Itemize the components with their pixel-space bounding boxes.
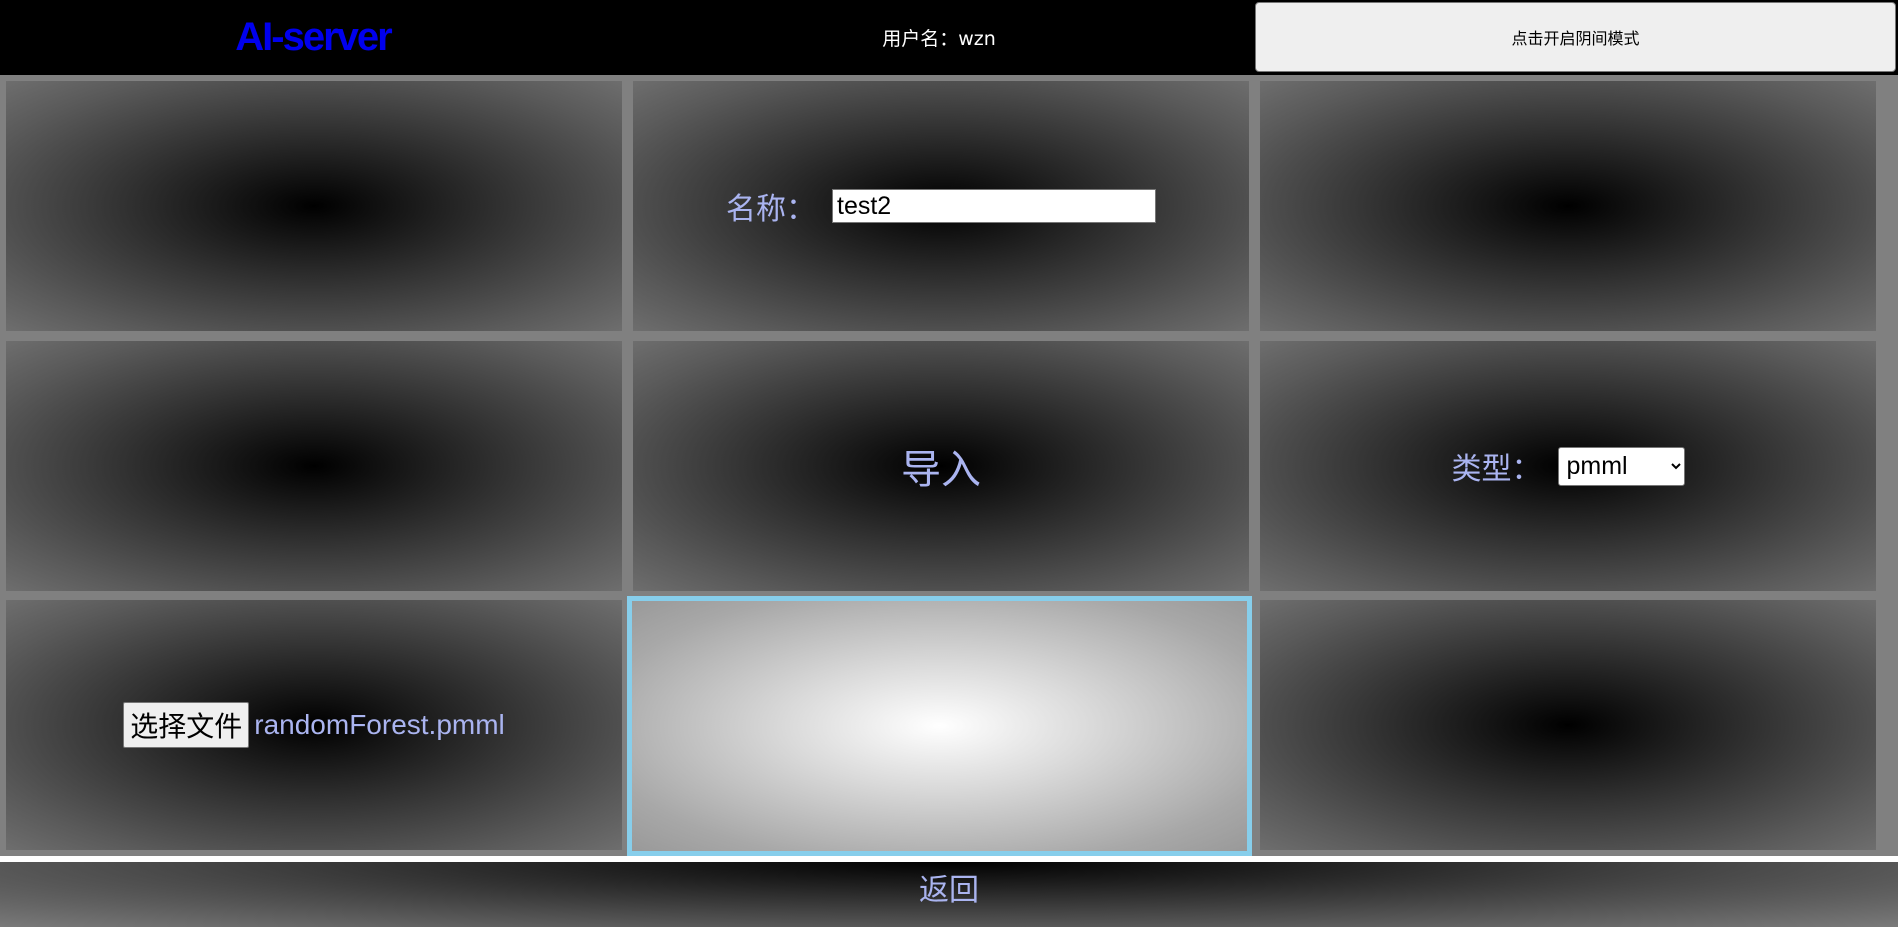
file-field-cell: 选择文件 randomForest.pmml	[6, 600, 622, 850]
selected-file-name: randomForest.pmml	[254, 709, 505, 740]
grid-cell-3-3	[1260, 600, 1876, 850]
title-cell: 导入	[633, 341, 1249, 591]
back-button[interactable]: 返回	[0, 862, 1898, 927]
type-field-cell: 类型： pmml	[1260, 341, 1876, 591]
import-title: 导入	[901, 447, 981, 493]
name-field-cell: 名称：	[633, 81, 1249, 331]
type-label: 类型：	[1451, 452, 1542, 487]
app-logo: AI-server	[235, 15, 392, 59]
username-label: 用户名：wzn	[882, 28, 996, 50]
submit-cell[interactable]	[627, 596, 1252, 856]
name-label: 名称：	[726, 192, 816, 227]
grid-cell-1-1	[6, 81, 622, 331]
grid-cell-1-3	[1260, 81, 1876, 331]
choose-file-button[interactable]: 选择文件	[123, 702, 250, 748]
top-bar: AI-server 用户名：wzn 点击开启阴间模式	[0, 0, 1898, 75]
back-label: 返回	[919, 873, 979, 908]
grid-cell-2-1	[6, 341, 622, 591]
type-select[interactable]: pmml	[1557, 446, 1685, 486]
name-input[interactable]	[832, 189, 1156, 223]
dark-mode-button[interactable]: 点击开启阴间模式	[1255, 2, 1896, 72]
